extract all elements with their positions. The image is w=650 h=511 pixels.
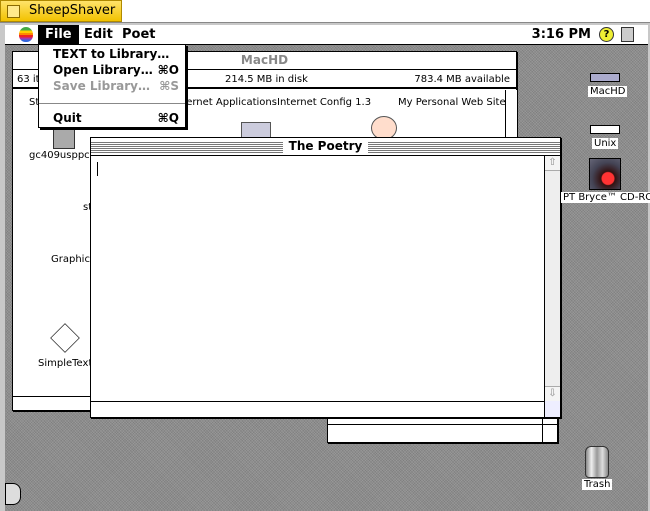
file-gc409usppc[interactable]: gc409usppc.s bbox=[29, 150, 98, 161]
menu-item-text-to-library[interactable]: TEXT to Library… bbox=[53, 46, 179, 62]
host-window-tab[interactable]: SheepShaver bbox=[0, 0, 122, 22]
trash-icon[interactable] bbox=[585, 446, 609, 478]
poetry-window[interactable]: The Poetry ⇧ ⇩ bbox=[90, 137, 561, 418]
desktop-icon-machd[interactable]: MacHD bbox=[588, 86, 628, 97]
menu-poet[interactable]: Poet bbox=[115, 25, 163, 44]
resize-grow-box-icon[interactable] bbox=[544, 401, 560, 417]
folder-web-site[interactable]: My Personal Web Site bbox=[398, 97, 506, 108]
scroll-down-arrow-icon[interactable]: ⇩ bbox=[545, 386, 560, 401]
menu-item-save-library: Save Library… ⌘S bbox=[53, 79, 179, 93]
desktop-icon-trash[interactable]: Trash bbox=[582, 479, 613, 490]
horizontal-scrollbar[interactable] bbox=[91, 401, 560, 417]
file-menu: TEXT to Library… Open Library… ⌘O Save Li… bbox=[38, 44, 186, 128]
unix-disk-icon[interactable] bbox=[590, 125, 620, 134]
poetry-title: The Poetry bbox=[282, 139, 369, 153]
desktop-icon-cdrom[interactable]: PT Bryce™ CD-RO bbox=[561, 192, 650, 203]
simpletext-icon[interactable] bbox=[50, 323, 80, 353]
menu-bar: File Edit Poet 3:16 PM ? bbox=[5, 25, 648, 45]
menu-edit[interactable]: Edit bbox=[77, 25, 120, 44]
menu-item-quit[interactable]: Quit ⌘Q bbox=[53, 110, 179, 126]
poetry-text-area[interactable] bbox=[91, 156, 544, 401]
scroll-up-arrow-icon[interactable]: ⇧ bbox=[545, 156, 560, 171]
machd-disk-icon[interactable] bbox=[590, 73, 620, 82]
apple-menu-icon[interactable] bbox=[19, 27, 33, 42]
desktop-icon-unix[interactable]: Unix bbox=[592, 138, 619, 149]
machd-title: MacHD bbox=[234, 53, 295, 67]
menu-file[interactable]: File bbox=[38, 25, 79, 44]
window-icon bbox=[7, 5, 20, 18]
menu-clock[interactable]: 3:16 PM bbox=[532, 25, 591, 44]
available-space: 783.4 MB available bbox=[414, 74, 510, 85]
poetry-title-bar[interactable]: The Poetry bbox=[91, 138, 560, 156]
application-menu-icon[interactable] bbox=[621, 27, 634, 42]
disk-usage: 214.5 MB in disk bbox=[225, 74, 308, 85]
file-simpletext[interactable]: SimpleText bbox=[38, 358, 92, 369]
host-title: SheepShaver bbox=[29, 3, 116, 18]
collapsed-tab-icon[interactable] bbox=[5, 483, 21, 505]
menu-separator bbox=[39, 103, 185, 104]
cdrom-icon[interactable] bbox=[589, 158, 621, 190]
installer-icon[interactable] bbox=[53, 127, 75, 149]
vertical-scrollbar[interactable]: ⇧ ⇩ bbox=[544, 156, 560, 401]
folder-internet-applications[interactable]: Internet Applications bbox=[173, 97, 277, 108]
folder-internet-config[interactable]: Internet Config 1.3 bbox=[277, 97, 371, 108]
help-icon[interactable]: ? bbox=[599, 27, 614, 42]
menu-item-open-library[interactable]: Open Library… ⌘O bbox=[53, 62, 179, 78]
